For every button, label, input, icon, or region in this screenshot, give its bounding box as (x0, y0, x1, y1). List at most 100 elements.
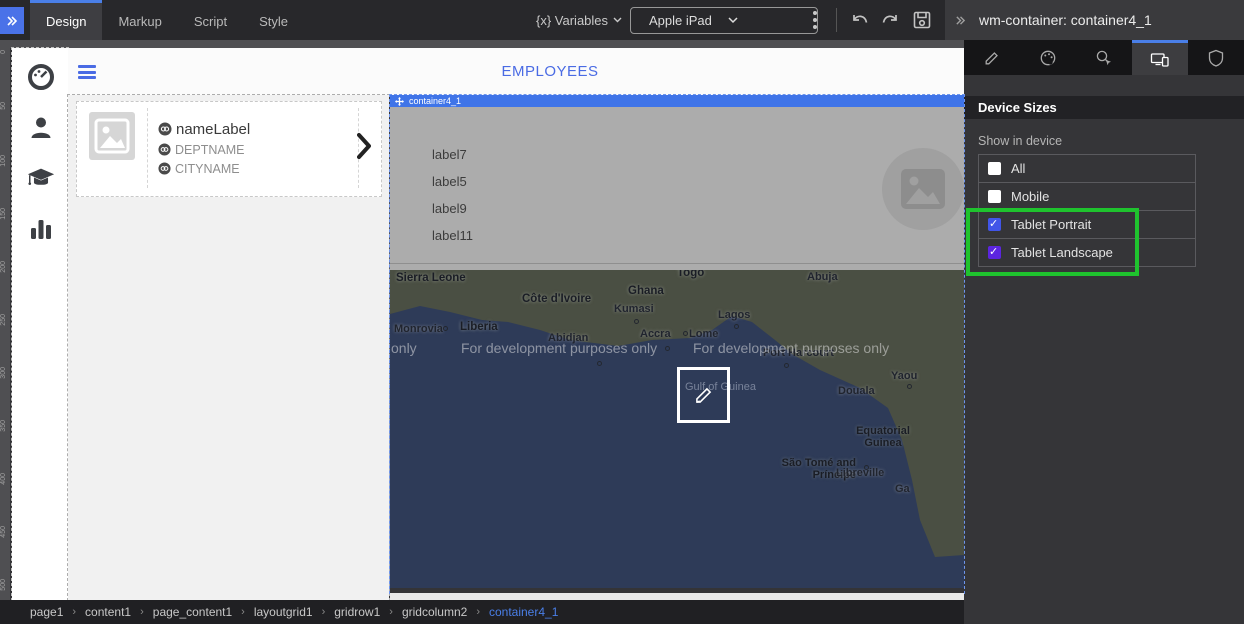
tab-events[interactable] (1076, 40, 1132, 75)
checkbox-all[interactable] (988, 162, 1001, 175)
breadcrumb-item[interactable]: gridrow1 (334, 605, 380, 619)
vertical-ruler: 0 50 100 150 200 250 300 350 400 450 500 (0, 48, 10, 600)
chevron-separator-icon: › (72, 606, 76, 618)
map-label: Sierra Leone (396, 272, 466, 284)
container-body[interactable]: label7 label5 label9 label11 (390, 107, 964, 270)
map-label: Yaou (891, 370, 917, 382)
undo-icon (850, 12, 869, 29)
expand-sidebar-button[interactable] (0, 7, 24, 34)
inspector-panel: Device Sizes Show in device All Mobile T… (964, 40, 1244, 624)
map-watermark: For development purposes only (693, 340, 889, 356)
grid-column-1[interactable]: nameLabel DEPTNAME CITYNAME (68, 95, 389, 600)
wavemaker-studio: Design Markup Script Style {x} Variables… (0, 0, 1244, 624)
image-placeholder[interactable] (89, 112, 135, 160)
breadcrumb-item[interactable]: gridcolumn2 (402, 605, 467, 619)
panel-collapse-button[interactable] (945, 15, 975, 26)
inspector-title: wm-container: container4_1 (979, 12, 1152, 28)
list-item[interactable]: nameLabel DEPTNAME CITYNAME (76, 101, 382, 197)
selection-header[interactable]: container4_1 (390, 95, 964, 107)
map-label: Lagos (718, 309, 750, 321)
breadcrumb-item[interactable]: layoutgrid1 (254, 605, 313, 619)
page-header: EMPLOYEES (68, 48, 964, 95)
widget-breadcrumb: page1 › content1 › page_content1 › layoutgr… (0, 600, 964, 624)
device-preview-select[interactable]: Apple iPad (630, 7, 818, 34)
option-mobile[interactable]: Mobile (979, 183, 1195, 211)
breadcrumb-item[interactable]: content1 (85, 605, 131, 619)
container4_1-widget[interactable]: container4_1 label7 label5 label9 label1… (390, 95, 964, 593)
chevron-separator-icon: › (241, 606, 245, 618)
graduation-cap-icon[interactable] (26, 163, 56, 193)
chevron-right-icon[interactable] (357, 132, 371, 160)
map-label: Abuja (807, 271, 838, 283)
map-edit-button[interactable] (677, 367, 730, 423)
map-label: Libreville (836, 467, 884, 479)
image-placeholder-circle[interactable] (882, 148, 964, 230)
devices-icon (1150, 50, 1170, 68)
field-name[interactable]: nameLabel (158, 121, 358, 138)
save-icon (912, 10, 932, 30)
variables-menu[interactable]: {x} Variables (536, 0, 622, 40)
user-icon[interactable] (26, 113, 56, 143)
binding-link-icon (158, 162, 171, 175)
map-watermark: only (391, 340, 417, 356)
top-toolbar: Design Markup Script Style {x} Variables… (0, 0, 964, 40)
map-label: Côte d'Ivoire (522, 293, 591, 305)
widget-label[interactable]: label9 (432, 201, 467, 216)
widget-label[interactable]: label11 (432, 228, 473, 243)
map-label: Accra (640, 328, 671, 340)
map-label: Lome (689, 328, 718, 340)
tab-script[interactable]: Script (178, 3, 243, 40)
chevron-separator-icon: › (476, 606, 480, 618)
map-city-dot (634, 319, 639, 324)
map-label: Kumasi (614, 303, 654, 315)
map-city-dot (443, 326, 448, 331)
chevron-separator-icon: › (140, 606, 144, 618)
option-all[interactable]: All (979, 155, 1195, 183)
tab-device-sizes[interactable] (1132, 40, 1188, 75)
map-label: Ghana (628, 285, 664, 297)
selection-tag-label: container4_1 (409, 96, 461, 106)
tab-markup[interactable]: Markup (102, 3, 177, 40)
more-options-button[interactable] (803, 8, 827, 32)
palette-icon (1039, 49, 1057, 67)
tab-style[interactable]: Style (243, 3, 304, 40)
chevron-separator-icon: › (389, 606, 393, 618)
inspector-header: wm-container: container4_1 (945, 0, 1244, 40)
shield-icon (1207, 49, 1225, 67)
map-city-dot (784, 363, 789, 368)
move-icon[interactable] (395, 97, 404, 106)
widget-label[interactable]: label5 (432, 174, 467, 189)
field-dept[interactable]: DEPTNAME (158, 143, 358, 157)
save-button[interactable] (908, 6, 936, 34)
option-tablet-portrait[interactable]: Tablet Portrait (979, 211, 1195, 239)
breadcrumb-item[interactable]: page_content1 (153, 605, 232, 619)
tab-design[interactable]: Design (30, 0, 102, 40)
bar-chart-icon[interactable] (26, 214, 56, 244)
option-tablet-landscape[interactable]: Tablet Landscape (979, 239, 1195, 266)
map-label: Togo (677, 270, 704, 279)
checkbox-tablet-portrait[interactable] (988, 218, 1001, 231)
binding-link-icon (158, 122, 172, 136)
map-label: Equatorial Guinea (850, 425, 916, 449)
map-label: Douala (838, 385, 875, 397)
show-in-device-label: Show in device (978, 134, 1062, 148)
redo-button[interactable] (876, 6, 904, 34)
binding-link-icon (158, 143, 171, 156)
tab-security[interactable] (1188, 40, 1244, 75)
google-map-widget[interactable]: Sierra Leone Côte d'Ivoire Ghana Togo Li… (390, 270, 964, 588)
map-label: Liberia (460, 321, 498, 333)
undo-button[interactable] (845, 6, 873, 34)
dashboard-gauge-icon[interactable] (26, 62, 56, 92)
checkbox-tablet-landscape[interactable] (988, 246, 1001, 259)
page-title: EMPLOYEES (68, 63, 1032, 80)
breadcrumb-item-current[interactable]: container4_1 (489, 605, 558, 619)
checkbox-mobile[interactable] (988, 190, 1001, 203)
field-city[interactable]: CITYNAME (158, 162, 358, 176)
pencil-icon (693, 384, 715, 406)
widget-label[interactable]: label7 (432, 147, 467, 162)
horizontal-ruler (0, 40, 964, 48)
breadcrumb-item[interactable]: page1 (30, 605, 63, 619)
picture-icon (94, 117, 130, 155)
chevron-down-icon (613, 17, 622, 23)
map-city-dot (665, 346, 670, 351)
